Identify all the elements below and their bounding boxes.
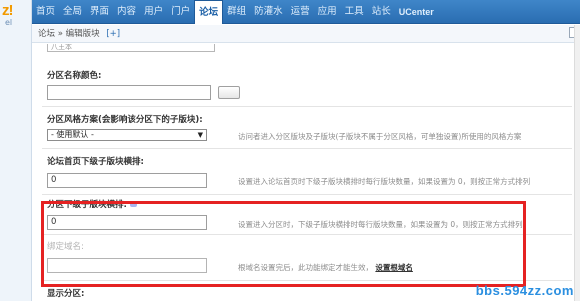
divider [42,194,572,195]
home-cols-label: 论坛首页下级子版块横排: [47,157,144,167]
nav-item[interactable]: 门户 [167,0,194,24]
add-button[interactable]: [+] [106,29,120,39]
nav-item[interactable]: 论坛 [194,0,224,24]
divider [42,148,572,149]
home-cols-tip: 设置进入论坛首页时下级子版块横排时每行版块数量，如果设置为 0，则按正常方式排列 [238,177,531,186]
nav-item[interactable]: 站长 [368,0,395,24]
breadcrumb-bar: 论坛 » 编辑版块 [+] [32,25,580,43]
nav-item[interactable]: 运营 [287,0,314,24]
chevron-down-icon: ▼ [197,131,203,139]
nav-item[interactable]: 防灌水 [250,0,287,24]
prev-field-input[interactable]: 八王本 [47,44,215,52]
nav-item[interactable]: 工具 [341,0,368,24]
nav-item[interactable]: 应用 [314,0,341,24]
logo-subtext: el [5,18,13,27]
nav-item[interactable]: UCenter [395,0,438,24]
color-picker-button[interactable] [218,86,240,99]
nav-item[interactable]: 首页 [32,0,59,24]
breadcrumb: 论坛 » 编辑版块 [38,29,100,39]
home-cols-input[interactable]: 0 [47,173,207,188]
top-navigation: 首页 全局 界面 内容 用户 门户 论坛 群组 防灌水 运营 应用 工具 站长 UCenter [32,0,580,24]
nav-list: 首页 全局 界面 内容 用户 门户 论坛 群组 防灌水 运营 应用 工具 站长 UCenter [32,0,580,24]
color-input[interactable] [47,85,211,100]
color-label: 分区名称颜色: [47,71,102,81]
highlight-box [41,201,526,287]
nav-item[interactable]: 界面 [86,0,113,24]
scrollbar[interactable] [574,25,580,301]
logo-strip: z! el [0,0,32,301]
nav-item[interactable]: 全局 [59,0,86,24]
divider [42,106,572,107]
next-label: 显示分区: [47,289,85,299]
style-select[interactable]: - 使用默认 - ▼ [47,129,207,141]
nav-item[interactable]: 内容 [113,0,140,24]
nav-item[interactable]: 用户 [140,0,167,24]
watermark: bbs.594zz.com [475,283,574,298]
nav-item[interactable]: 群组 [223,0,250,24]
discuz-logo[interactable]: z! [2,2,13,19]
style-label: 分区风格方案(会影响该分区下的子版块): [47,115,203,125]
style-tip: 访问者进入分区版块及子版块(子版块不属于分区风格，可单独设置)所使用的风格方案 [238,132,522,141]
style-selected-value: - 使用默认 - [51,130,94,139]
